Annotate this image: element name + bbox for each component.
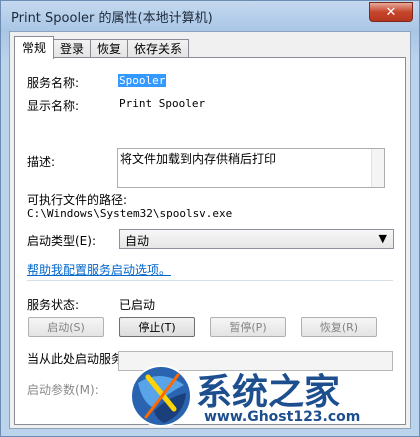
description-label: 描述: [27, 155, 56, 169]
description-text: 将文件加载到内存供稍后打印 [120, 152, 277, 166]
watermark-globe-icon [130, 365, 192, 427]
description-box[interactable]: 将文件加载到内存供稍后打印 [117, 148, 385, 188]
window-title: Print Spooler 的属性(本地计算机) [11, 11, 213, 26]
tab-strip: 常规 登录 恢复 依存关系 [14, 36, 190, 59]
close-icon: ✕ [385, 4, 397, 20]
service-status-value: 已启动 [119, 298, 156, 312]
service-name-selection: Spooler [118, 74, 167, 87]
tab-general[interactable]: 常规 [14, 36, 55, 59]
exe-path-label: 可执行文件的路径: [27, 193, 128, 207]
service-status-label: 服务状态: [27, 298, 80, 312]
startup-type-label: 启动类型(E): [27, 234, 96, 248]
description-scrollbar[interactable] [371, 149, 384, 187]
stop-button[interactable]: 停止(T) [119, 317, 195, 337]
start-button[interactable]: 启动(S) [28, 317, 104, 337]
display-name-value[interactable]: Print Spooler [119, 97, 205, 110]
display-name-label: 显示名称: [27, 99, 80, 113]
pause-button[interactable]: 暂停(P) [210, 317, 286, 337]
exe-path-value[interactable]: C:\Windows\System32\spoolsv.exe [27, 207, 232, 220]
tab-logon[interactable]: 登录 [53, 39, 92, 58]
service-name-value[interactable]: Spooler [118, 74, 167, 87]
help-configure-link[interactable]: 帮助我配置服务启动选项。 [27, 261, 171, 278]
close-button[interactable]: ✕ [369, 2, 413, 22]
tab-recovery[interactable]: 恢复 [90, 39, 129, 58]
divider [27, 280, 393, 281]
title-bar[interactable]: Print Spooler 的属性(本地计算机) ✕ [1, 1, 419, 31]
chevron-down-icon: ▼ [378, 232, 387, 245]
start-params-label: 启动参数(M): [27, 383, 99, 397]
resume-button[interactable]: 恢复(R) [301, 317, 377, 337]
watermark-logo: 系统之家 www.Ghost123.com [128, 361, 414, 431]
service-name-label: 服务名称: [27, 76, 80, 90]
tab-dependencies[interactable]: 依存关系 [127, 39, 190, 58]
startup-type-select[interactable]: 自动 ▼ [119, 229, 394, 249]
watermark-url: www.Ghost123.com [204, 409, 361, 425]
watermark-text: 系统之家 [196, 371, 341, 413]
startup-type-value: 自动 [125, 234, 150, 248]
